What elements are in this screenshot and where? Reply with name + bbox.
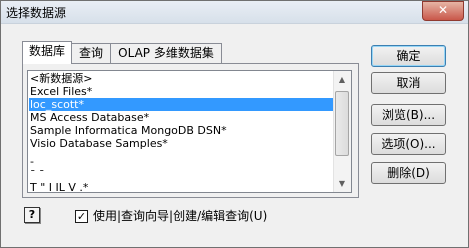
list-item[interactable]: Visio Database Samples*: [29, 137, 168, 150]
list-item[interactable]: ¯ ¯: [29, 168, 45, 181]
data-source-list[interactable]: <新数据源> Excel Files* loc_scott* MS Access…: [27, 70, 352, 193]
list-item[interactable]: Excel Files*: [29, 85, 92, 98]
scroll-up-icon[interactable]: ▲: [334, 71, 350, 88]
use-query-wizard-checkbox[interactable]: ✓: [75, 210, 88, 223]
scroll-down-icon[interactable]: ▼: [334, 175, 350, 192]
list-item[interactable]: MS Access Database*: [29, 111, 149, 124]
vertical-scrollbar[interactable]: ▲ ▼: [333, 71, 351, 192]
tab-database[interactable]: 数据库: [22, 41, 72, 64]
title-bar: 选择数据源 ✕: [1, 1, 468, 24]
list-item-selected[interactable]: loc_scott*: [29, 98, 334, 111]
use-query-wizard-label: 使用|查询向导|创建/编辑查询(U): [93, 209, 268, 223]
options-button[interactable]: 选项(O)...: [371, 133, 446, 155]
tab-query[interactable]: 查询: [71, 43, 111, 63]
tab-olap-cube[interactable]: OLAP 多维数据集: [110, 43, 222, 63]
scroll-thumb[interactable]: [335, 91, 349, 156]
list-item[interactable]: -: [29, 155, 34, 168]
list-item[interactable]: Sample Informatica MongoDB DSN*: [29, 124, 227, 137]
select-data-source-dialog: 选择数据源 ✕ 数据库 查询 OLAP 多维数据集 <新数据源> Excel F…: [0, 0, 469, 248]
delete-button[interactable]: 删除(D): [371, 162, 446, 184]
close-button[interactable]: ✕: [422, 1, 464, 21]
browse-button[interactable]: 浏览(B)...: [371, 104, 446, 126]
help-icon[interactable]: ?: [24, 207, 40, 223]
window-title: 选择数据源: [6, 6, 67, 20]
list-item[interactable]: T " I IL V .*: [29, 181, 88, 192]
cancel-button[interactable]: 取消: [371, 72, 446, 94]
ok-button[interactable]: 确定: [371, 45, 446, 67]
list-item[interactable]: <新数据源>: [29, 72, 92, 85]
